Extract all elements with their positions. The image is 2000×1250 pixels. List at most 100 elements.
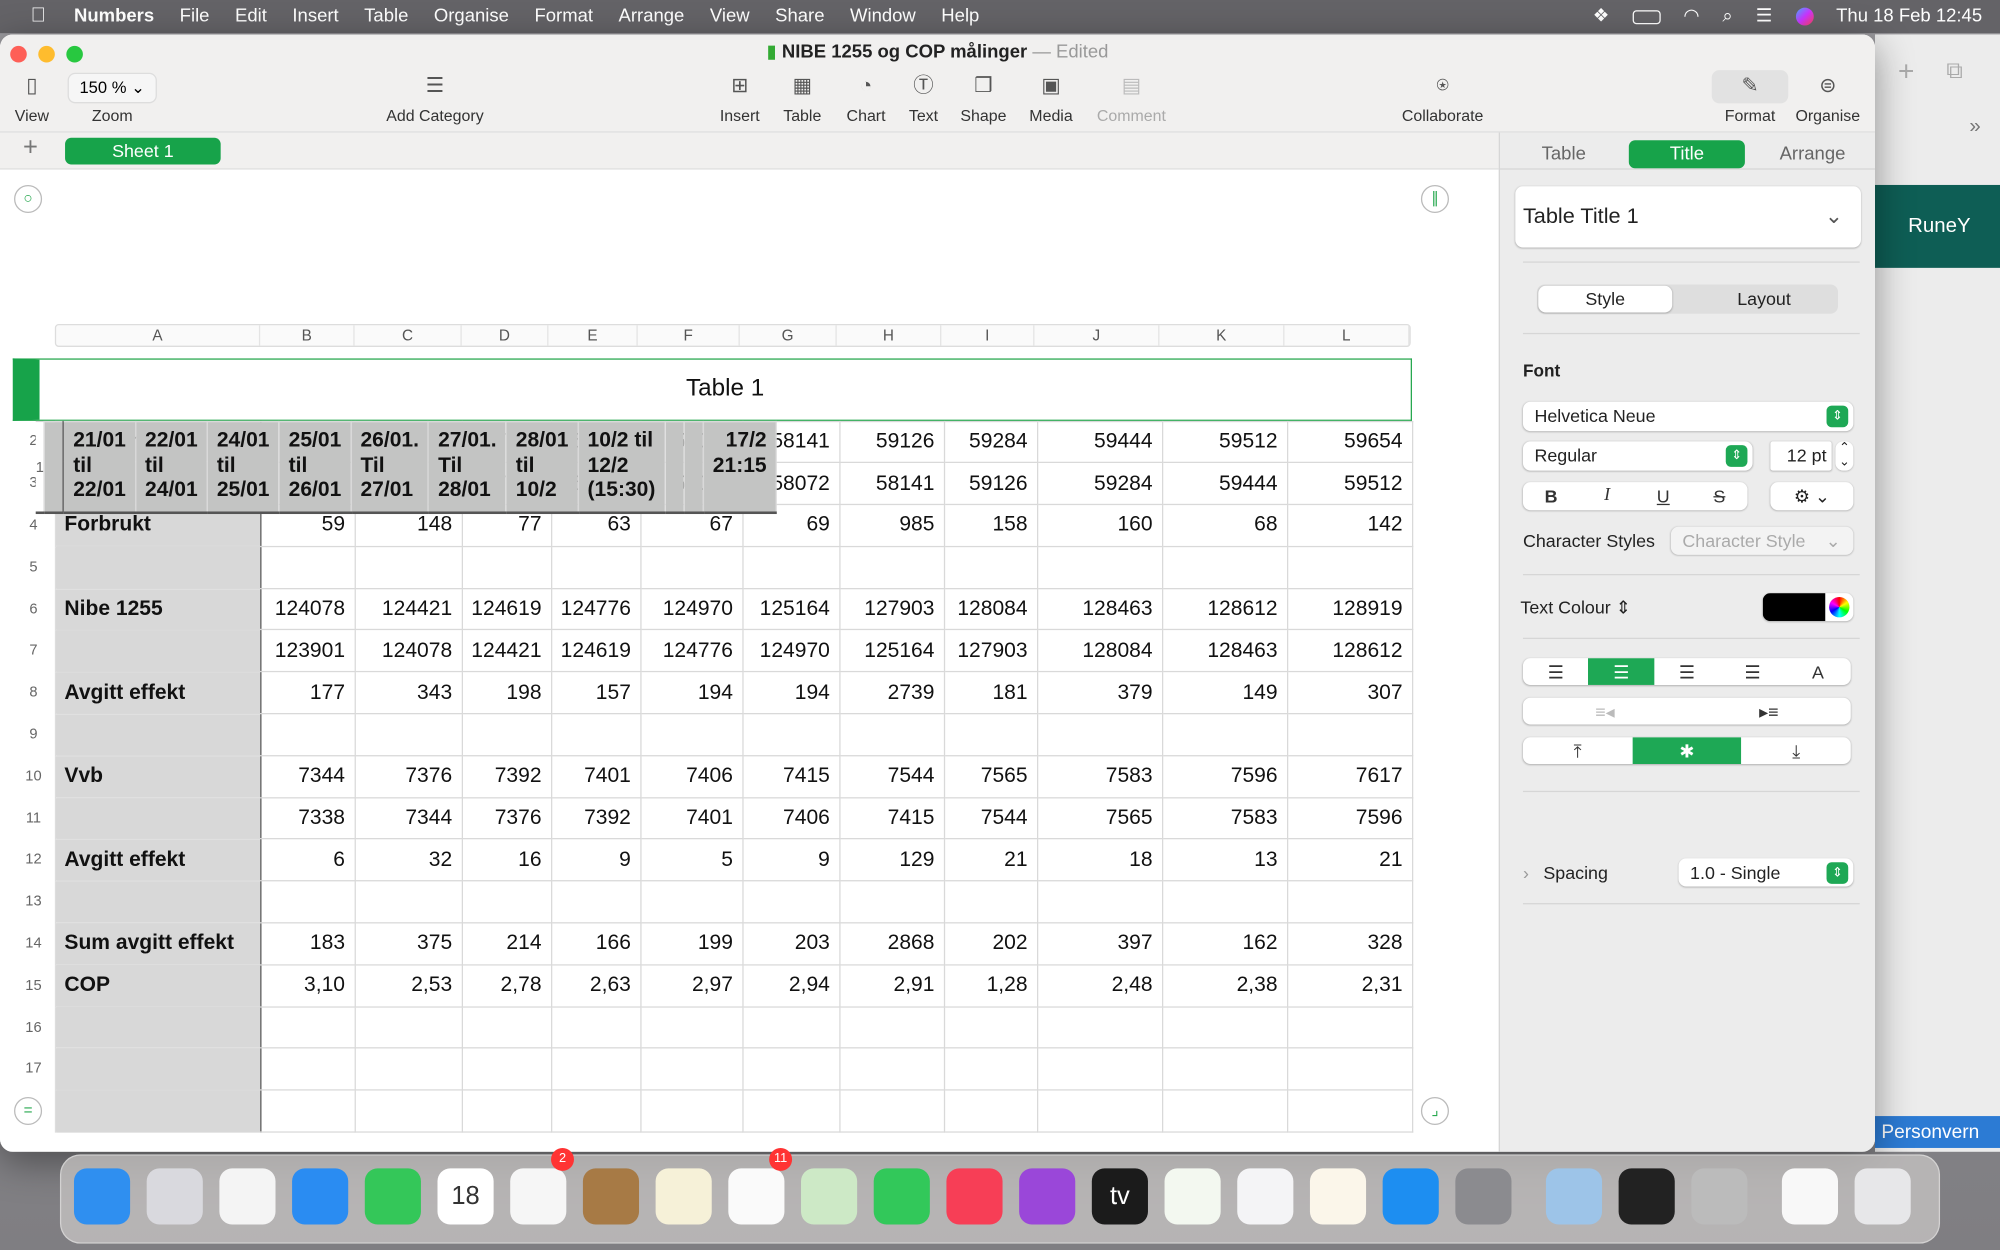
row-label-cell[interactable]: Avgitt effekt [54, 838, 261, 882]
table-cell[interactable]: 7401 [639, 796, 744, 840]
table-cell[interactable] [353, 1047, 463, 1091]
chevron-right-double-icon[interactable]: » [1969, 116, 1980, 139]
table-cell[interactable] [943, 1089, 1038, 1133]
dock-app-store-icon[interactable] [1382, 1168, 1439, 1225]
table-cell[interactable]: 7406 [741, 796, 841, 840]
dock-numbers-icon[interactable] [1164, 1168, 1221, 1225]
table-cell[interactable]: 194 [639, 671, 744, 715]
table-cell[interactable] [1161, 1047, 1288, 1091]
menu-window[interactable]: Window [850, 6, 916, 26]
table-cell[interactable] [1286, 880, 1413, 924]
table-cell[interactable] [943, 713, 1038, 757]
tabs-overview-icon[interactable]: ⧉ [1946, 57, 1962, 84]
underline-button[interactable]: U [1635, 482, 1691, 510]
text-colour-label[interactable]: Text Colour ⇕ [1520, 597, 1630, 619]
bold-button[interactable]: B [1523, 482, 1579, 510]
table-cell[interactable]: 59654 [1286, 420, 1413, 464]
header-cell[interactable]: 10/2 til 12/2 (15:30) [577, 420, 666, 514]
italic-button[interactable]: I [1579, 482, 1635, 510]
menu-file[interactable]: File [180, 6, 210, 26]
row-label-cell[interactable] [54, 1005, 261, 1050]
colour-wheel-icon[interactable] [1829, 596, 1850, 618]
media-button[interactable]: ▣ Media [1006, 73, 1095, 125]
table-cell[interactable] [353, 880, 463, 924]
row-number[interactable]: 14 [12, 922, 56, 965]
select-table-handle[interactable]: ○ [14, 184, 43, 214]
row-number[interactable]: 12 [12, 839, 56, 882]
dock-tv-icon[interactable]: tv [1091, 1168, 1148, 1225]
row-label-cell[interactable] [54, 545, 261, 589]
row-number[interactable]: 5 [12, 546, 56, 589]
table-cell[interactable] [838, 713, 945, 757]
menu-app-name[interactable]: Numbers [74, 6, 154, 26]
table-cell[interactable] [259, 1089, 356, 1133]
justify-icon[interactable]: ☰ [1720, 658, 1786, 685]
table-cell[interactable]: 7376 [461, 796, 552, 840]
table-cell[interactable] [1161, 713, 1288, 757]
table-cell[interactable] [353, 1089, 463, 1133]
header-cell[interactable] [683, 420, 704, 514]
table-cell[interactable]: 128084 [1036, 629, 1163, 673]
table-cell[interactable]: 21 [1286, 838, 1413, 882]
table-cell[interactable]: 183 [259, 922, 356, 966]
row-number[interactable]: 13 [12, 881, 56, 923]
table-cell[interactable] [1036, 1005, 1163, 1050]
row-number[interactable]: 16 [12, 1006, 56, 1049]
table-cell[interactable] [1161, 880, 1288, 924]
table-cell[interactable] [461, 880, 552, 924]
dock-system-preferences-icon[interactable] [1455, 1168, 1512, 1225]
row-label-cell[interactable] [54, 629, 261, 673]
table-cell[interactable]: 16 [461, 838, 552, 882]
subtab-layout[interactable]: Layout [1690, 284, 1838, 313]
column-header-l[interactable]: L [1284, 325, 1410, 346]
header-cell[interactable]: 22/01 til 24/01 [134, 420, 208, 514]
row-number[interactable]: 10 [12, 755, 56, 798]
table-cell[interactable] [838, 1089, 945, 1133]
decrease-indent-icon[interactable]: ≡◂ [1523, 698, 1687, 725]
table-cell[interactable]: 128612 [1286, 629, 1413, 673]
table-cell[interactable]: 59512 [1286, 462, 1413, 506]
table-cell[interactable]: 123901 [259, 629, 356, 673]
table-cell[interactable] [259, 880, 356, 924]
header-cell[interactable] [43, 420, 65, 514]
column-header-i[interactable]: I [941, 325, 1035, 346]
character-style-select[interactable]: Character Style ⌄ [1670, 526, 1854, 555]
table-cell[interactable]: 7338 [259, 796, 356, 840]
table-cell[interactable] [639, 1005, 744, 1050]
view-button[interactable]: ▯ View [0, 73, 77, 125]
dock-pages-icon[interactable] [1309, 1168, 1367, 1225]
table-cell[interactable]: 59126 [943, 462, 1038, 506]
row-number[interactable]: 8 [12, 671, 56, 714]
column-header-f[interactable]: F [638, 325, 740, 346]
table-cell[interactable] [259, 1005, 356, 1050]
row-label-cell[interactable]: COP [54, 964, 261, 1008]
table-cell[interactable] [838, 880, 945, 924]
align-center-icon[interactable]: ☰ [1588, 658, 1655, 685]
table-cell[interactable] [1286, 1047, 1413, 1091]
table-cell[interactable]: 2,53 [353, 964, 463, 1008]
table-cell[interactable]: 7401 [550, 754, 642, 799]
dock-mail-icon[interactable] [292, 1168, 349, 1225]
row-label-cell[interactable] [54, 796, 261, 840]
dock-document-icon[interactable] [1781, 1168, 1839, 1225]
add-row-handle[interactable]: = [14, 1096, 43, 1125]
text-colour-well[interactable] [1762, 593, 1854, 622]
align-bottom-icon[interactable]: ⤓ [1742, 737, 1851, 764]
dock-preview-icon[interactable] [1545, 1168, 1603, 1225]
table-cell[interactable]: 198 [461, 671, 552, 715]
table-cell[interactable]: 7565 [943, 754, 1038, 799]
menu-format[interactable]: Format [534, 6, 593, 26]
table-cell[interactable]: 125164 [741, 587, 841, 631]
table-cell[interactable] [741, 1005, 841, 1050]
row-label-cell[interactable] [54, 880, 261, 924]
table-cell[interactable]: 59284 [943, 420, 1038, 464]
column-header-e[interactable]: E [548, 325, 638, 346]
menu-share[interactable]: Share [775, 6, 824, 26]
table-cell[interactable]: 7583 [1036, 754, 1163, 799]
dock-keynote-icon[interactable] [1237, 1168, 1294, 1225]
table-cell[interactable]: 59444 [1036, 420, 1163, 464]
table-cell[interactable]: 2,63 [550, 964, 642, 1008]
table-cell[interactable]: 7415 [741, 754, 841, 799]
table-cell[interactable]: 128919 [1286, 587, 1413, 631]
row-number[interactable]: 7 [12, 630, 56, 672]
